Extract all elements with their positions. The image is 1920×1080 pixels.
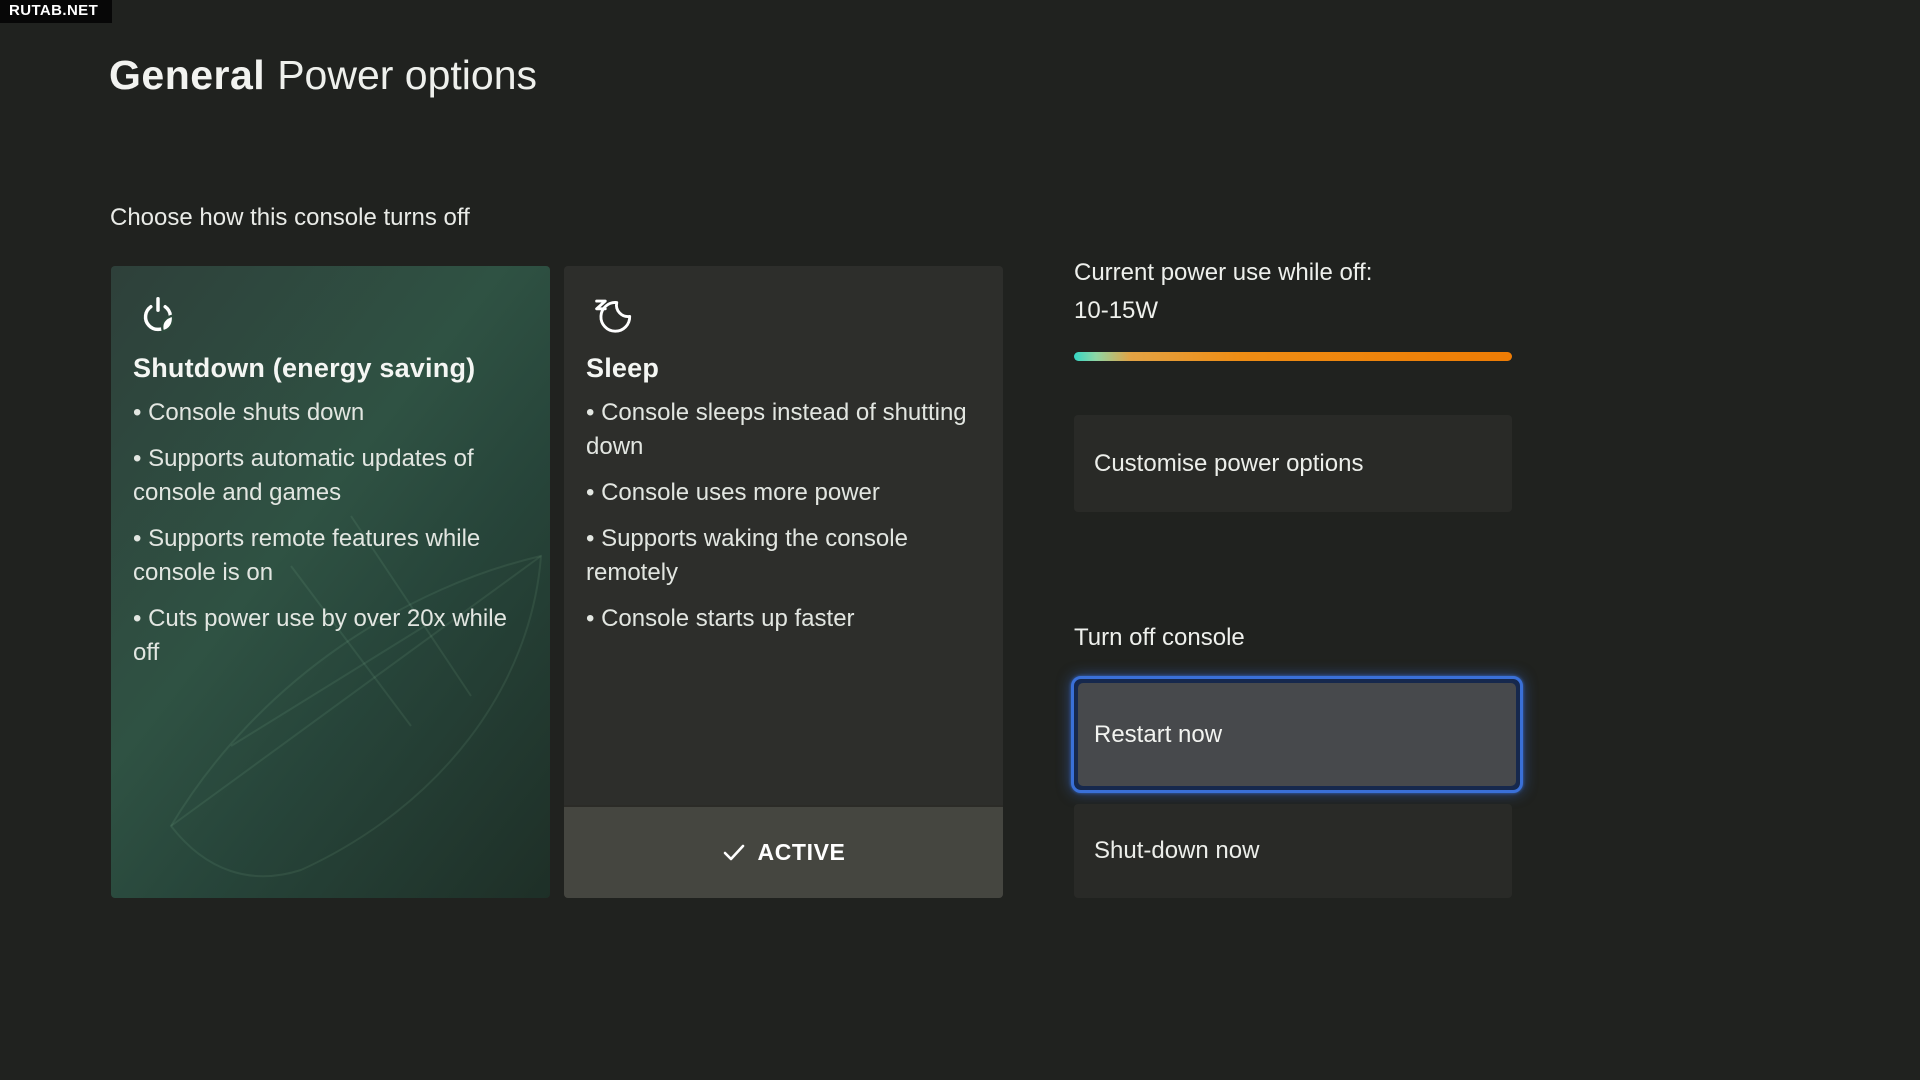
customise-power-options-label: Customise power options — [1094, 450, 1363, 478]
page-title-section: General — [109, 52, 265, 98]
sleep-bullet: Supports waking the console remotely — [586, 522, 977, 590]
power-leaf-icon — [135, 292, 181, 338]
shutdown-card-title: Shutdown (energy saving) — [133, 353, 524, 384]
sleep-card-title: Sleep — [586, 353, 977, 384]
power-usage-meter — [1074, 352, 1512, 361]
power-usage-label: Current power use while off: — [1074, 259, 1372, 287]
shutdown-bullet: Cuts power use by over 20x while off — [133, 602, 524, 670]
turn-off-console-label: Turn off console — [1074, 624, 1245, 652]
shut-down-now-label: Shut-down now — [1094, 837, 1259, 865]
page-title-subsection: Power options — [277, 52, 537, 98]
shutdown-bullet: Supports remote features while console i… — [133, 522, 524, 590]
power-options-screen: RUTAB.NET General Power options Choose ho… — [0, 0, 1920, 1080]
restart-now-button-face: Restart now — [1078, 683, 1516, 786]
sleep-bullet: Console sleeps instead of shutting down — [586, 396, 977, 464]
section-label: Choose how this console turns off — [110, 204, 470, 232]
shutdown-bullet: Console shuts down — [133, 396, 524, 430]
active-status-bar: ACTIVE — [564, 805, 1003, 898]
restart-now-button[interactable]: Restart now — [1071, 676, 1523, 793]
restart-now-label: Restart now — [1094, 721, 1222, 749]
customise-power-options-button[interactable]: Customise power options — [1074, 415, 1512, 512]
watermark-badge: RUTAB.NET — [0, 0, 112, 23]
active-status-label: ACTIVE — [758, 839, 846, 866]
moon-sleep-icon — [588, 292, 634, 338]
sleep-option-card[interactable]: Sleep Console sleeps instead of shutting… — [564, 266, 1003, 898]
checkmark-icon — [722, 841, 746, 865]
shutdown-option-card[interactable]: Shutdown (energy saving) Console shuts d… — [111, 266, 550, 898]
sleep-bullet: Console starts up faster — [586, 602, 977, 636]
sleep-bullet: Console uses more power — [586, 476, 977, 510]
shut-down-now-button[interactable]: Shut-down now — [1074, 804, 1512, 898]
page-title: General Power options — [109, 52, 537, 99]
shutdown-bullet: Supports automatic updates of console an… — [133, 442, 524, 510]
power-usage-value: 10-15W — [1074, 297, 1158, 325]
